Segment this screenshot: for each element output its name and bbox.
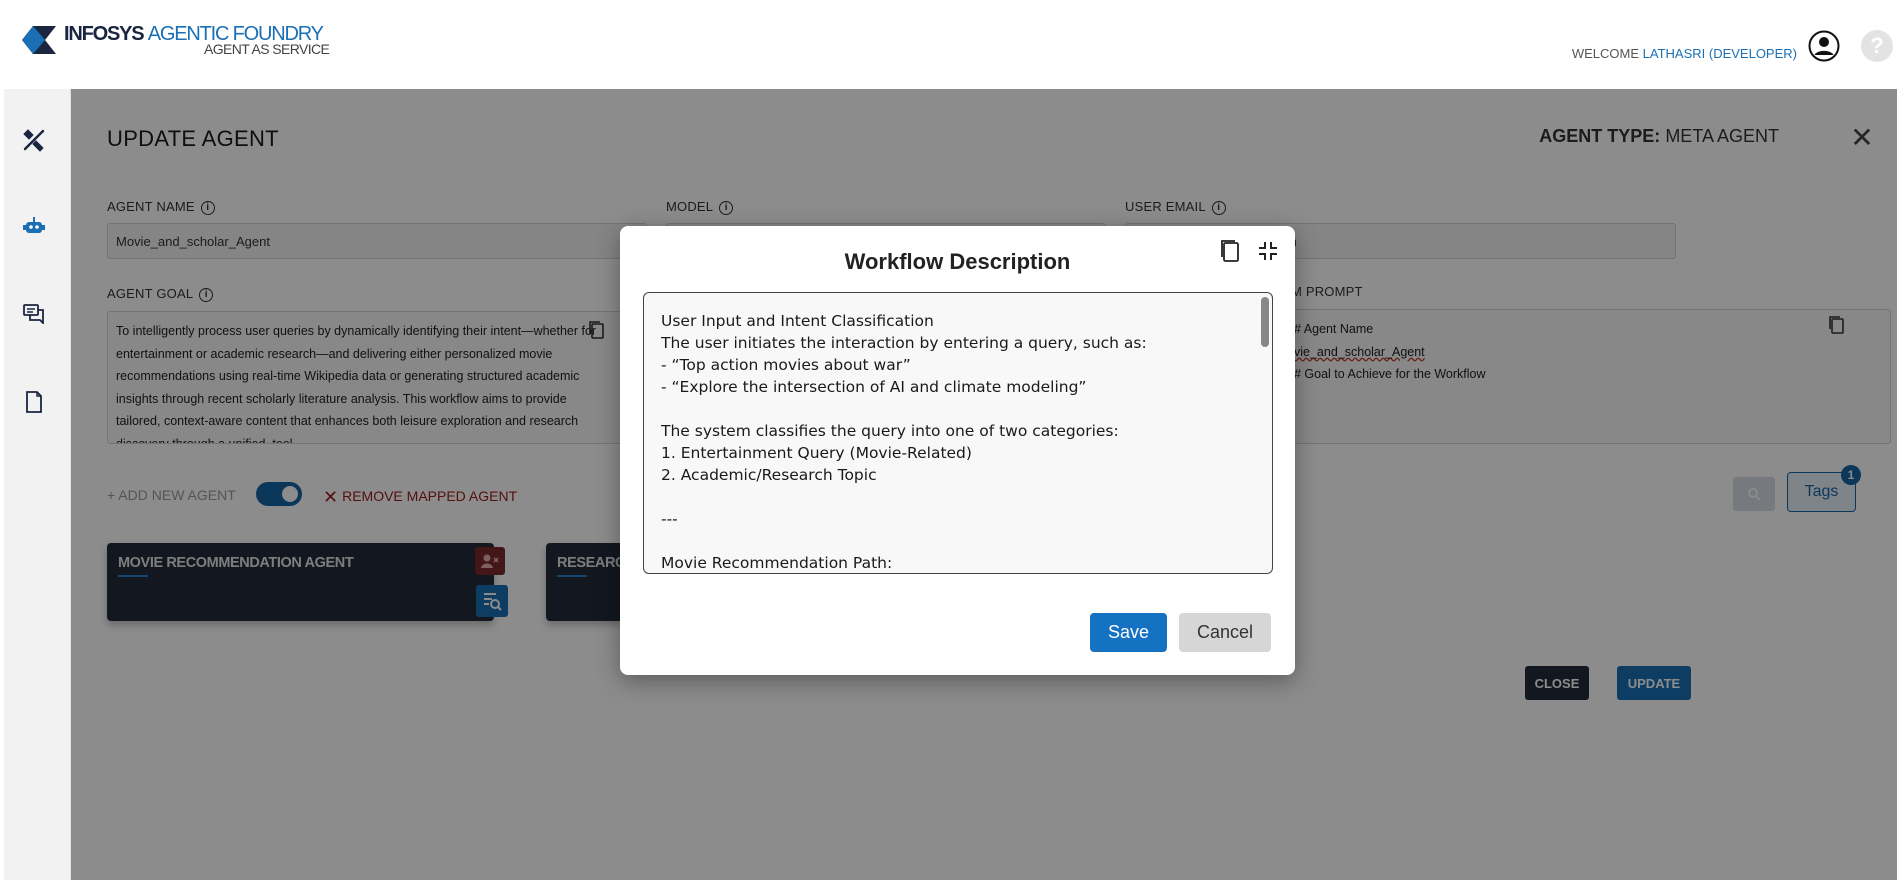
workflow-description-modal: Workflow Description User Input and Inte…	[620, 226, 1295, 675]
tools-icon[interactable]	[21, 127, 47, 153]
logo-subtitle: AGENT AS SERVICE	[204, 41, 330, 57]
left-nav-rail	[4, 89, 71, 880]
scrollbar[interactable]	[1261, 297, 1269, 567]
chat-icon[interactable]	[21, 301, 47, 327]
copy-icon[interactable]	[1219, 238, 1243, 264]
user-avatar-icon[interactable]	[1808, 30, 1840, 62]
workflow-description-textarea[interactable]: User Input and Intent Classification The…	[643, 292, 1273, 574]
document-icon[interactable]	[21, 389, 47, 415]
app-header: INFOSYS AGENTIC FOUNDRY AGENT AS SERVICE…	[4, 6, 1897, 89]
cancel-button[interactable]: Cancel	[1179, 613, 1271, 652]
user-name: LATHASRI (DEVELOPER)	[1642, 46, 1797, 61]
welcome-text: WELCOME LATHASRI (DEVELOPER)	[1571, 46, 1797, 61]
app-logo[interactable]: INFOSYS AGENTIC FOUNDRY AGENT AS SERVICE	[20, 24, 330, 57]
collapse-icon[interactable]	[1257, 240, 1279, 262]
modal-title: Workflow Description	[844, 249, 1071, 274]
robot-icon[interactable]	[21, 213, 47, 239]
infosys-logo-icon	[22, 26, 56, 54]
save-button[interactable]: Save	[1090, 613, 1167, 652]
help-icon[interactable]: ?	[1861, 30, 1893, 62]
